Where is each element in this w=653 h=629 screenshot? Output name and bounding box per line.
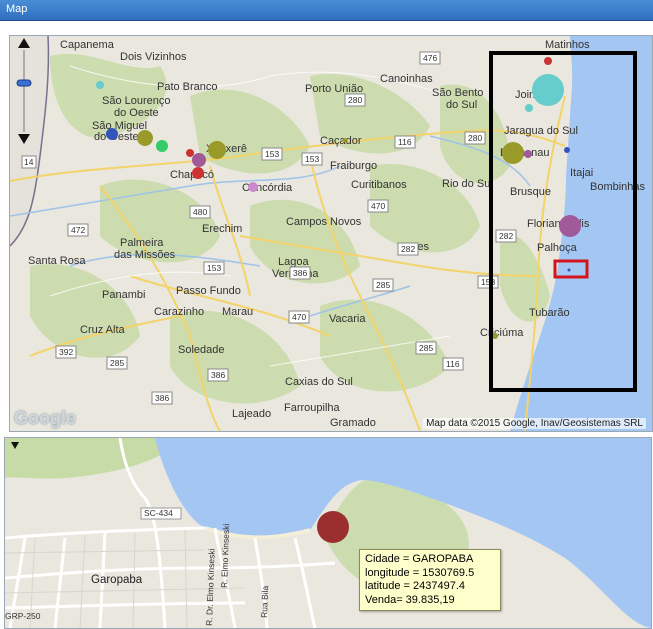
road-label-sc434: SC-434: [144, 508, 173, 518]
svg-text:158: 158: [481, 277, 495, 287]
tooltip-latitude: latitude = 2437497.4: [365, 580, 466, 592]
overview-map[interactable]: Capanema Dois Vizinhos Pato Branco São L…: [9, 35, 653, 432]
svg-text:Gramado: Gramado: [330, 417, 376, 429]
city-tooltip: Cidade = GAROPABA longitude = 1530769.5 …: [359, 549, 501, 611]
svg-text:153: 153: [207, 263, 221, 273]
svg-text:Lajeado: Lajeado: [232, 408, 271, 420]
svg-text:do Oeste: do Oeste: [114, 107, 159, 119]
svg-text:153: 153: [265, 149, 279, 159]
svg-text:386: 386: [211, 370, 225, 380]
svg-text:386: 386: [293, 268, 307, 278]
svg-text:282: 282: [499, 231, 513, 241]
svg-text:Pato Branco: Pato Branco: [157, 81, 218, 93]
svg-text:Tubarão: Tubarão: [529, 307, 570, 319]
window-title: Map: [6, 3, 28, 15]
svg-text:476: 476: [423, 53, 437, 63]
svg-text:Caxias do Sul: Caxias do Sul: [285, 376, 353, 388]
svg-text:280: 280: [348, 95, 362, 105]
svg-text:Criciúma: Criciúma: [480, 327, 524, 339]
svg-text:Fraiburgo: Fraiburgo: [330, 160, 377, 172]
overview-map-canvas[interactable]: Capanema Dois Vizinhos Pato Branco São L…: [10, 36, 652, 431]
svg-text:São Lourenço: São Lourenço: [102, 95, 171, 107]
svg-text:Erechim: Erechim: [202, 223, 242, 235]
svg-text:14: 14: [24, 157, 34, 167]
svg-text:Porto União: Porto União: [305, 83, 363, 95]
tooltip-city: Cidade = GAROPABA: [365, 553, 474, 565]
svg-text:472: 472: [71, 225, 85, 235]
street-label-3: Rua Bila: [259, 585, 270, 618]
svg-text:Vacaria: Vacaria: [329, 313, 366, 325]
svg-text:280: 280: [468, 133, 482, 143]
svg-text:Rio do Sul: Rio do Sul: [442, 178, 493, 190]
tooltip-sales: Venda= 39.835,19: [365, 593, 455, 606]
pan-down-arrow-icon[interactable]: [18, 134, 30, 144]
svg-text:Marau: Marau: [222, 306, 253, 318]
svg-text:285: 285: [110, 358, 124, 368]
svg-text:das Missões: das Missões: [114, 249, 176, 261]
tooltip-longitude: longitude = 1530769.5: [365, 566, 475, 579]
svg-text:Palmeira: Palmeira: [120, 237, 164, 249]
svg-text:Matinhos: Matinhos: [545, 39, 590, 51]
svg-text:Canoinhas: Canoinhas: [380, 73, 433, 85]
svg-text:470: 470: [371, 201, 385, 211]
svg-text:Bombinhas: Bombinhas: [590, 181, 646, 193]
svg-text:Cruz Alta: Cruz Alta: [80, 324, 126, 336]
pan-up-arrow-icon[interactable]: [18, 38, 30, 48]
detail-map-canvas[interactable]: SC-434 Garopaba GRP-250 R. Elmo Kinseski…: [5, 438, 651, 628]
svg-text:Dois Vizinhos: Dois Vizinhos: [120, 51, 187, 63]
svg-text:Farroupilha: Farroupilha: [284, 402, 341, 414]
svg-text:Passo Fundo: Passo Fundo: [176, 285, 241, 297]
svg-text:do Sul: do Sul: [446, 99, 477, 111]
svg-text:392: 392: [59, 347, 73, 357]
zoom-track[interactable]: [23, 50, 25, 132]
map-attribution[interactable]: Map data ©2015 Google, Inav/Geosistemas …: [423, 418, 646, 429]
svg-text:Brusque: Brusque: [510, 186, 551, 198]
svg-text:Jaragua do Sul: Jaragua do Sul: [504, 125, 578, 137]
svg-text:116: 116: [446, 359, 460, 369]
svg-text:Capanema: Capanema: [60, 39, 115, 51]
svg-text:285: 285: [419, 343, 433, 353]
svg-text:Carazinho: Carazinho: [154, 306, 204, 318]
selected-city-bubble[interactable]: [317, 511, 349, 543]
svg-text:116: 116: [398, 137, 412, 147]
svg-text:Caçador: Caçador: [320, 135, 362, 147]
svg-text:Panambi: Panambi: [102, 289, 145, 301]
city-label-garopaba: Garopaba: [91, 574, 143, 586]
svg-text:Soledade: Soledade: [178, 344, 225, 356]
window-title-bar: Map: [0, 0, 653, 21]
svg-text:Itajai: Itajai: [570, 167, 593, 179]
svg-text:Chapecó: Chapecó: [170, 169, 214, 181]
svg-text:Santa Rosa: Santa Rosa: [28, 255, 86, 267]
svg-text:153: 153: [305, 154, 319, 164]
svg-text:480: 480: [193, 207, 207, 217]
road-label-grp250: GRP-250: [5, 611, 41, 621]
google-logo: Google: [14, 408, 76, 428]
svg-text:São Bento: São Bento: [432, 87, 483, 99]
svg-text:285: 285: [376, 280, 390, 290]
zoom-slider-icon[interactable]: [16, 79, 32, 87]
svg-text:Curitibanos: Curitibanos: [351, 179, 407, 191]
svg-text:386: 386: [155, 393, 169, 403]
svg-text:282: 282: [401, 244, 415, 254]
svg-text:Campos Novos: Campos Novos: [286, 216, 362, 228]
svg-text:470: 470: [292, 312, 306, 322]
zoom-control[interactable]: [14, 36, 34, 156]
detail-map[interactable]: SC-434 Garopaba GRP-250 R. Elmo Kinseski…: [4, 437, 652, 629]
svg-text:Palhoça: Palhoça: [537, 242, 578, 254]
svg-text:Lagoa: Lagoa: [278, 256, 309, 268]
